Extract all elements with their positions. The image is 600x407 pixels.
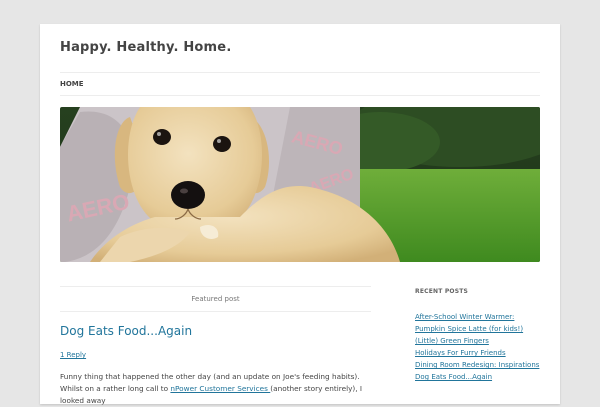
header-image[interactable]: AERO AERO AERO: [60, 107, 540, 262]
recent-posts-list: After-School Winter Warmer: Pumpkin Spic…: [415, 311, 540, 383]
list-item: Dining Room Redesign: Inspirations: [415, 359, 540, 371]
list-item: Holidays For Furry Friends: [415, 347, 540, 359]
recent-posts-title: RECENT POSTS: [415, 288, 469, 295]
recent-post-link[interactable]: (Little) Green Fingers: [415, 337, 489, 345]
recent-post-link[interactable]: Dog Eats Food...Again: [415, 373, 492, 381]
list-item: Dog Eats Food...Again: [415, 371, 540, 383]
puppy-photo: AERO AERO AERO: [60, 107, 540, 262]
entry-excerpt: Funny thing that happened the other day …: [60, 371, 371, 407]
nav-item-home[interactable]: HOME: [60, 80, 84, 88]
recent-post-link[interactable]: After-School Winter Warmer: Pumpkin Spic…: [415, 313, 523, 333]
recent-post-link[interactable]: Dining Room Redesign: Inspirations: [415, 361, 539, 369]
site-title[interactable]: Happy. Healthy. Home.: [60, 40, 231, 55]
npower-link[interactable]: nPower Customer Services: [170, 384, 270, 393]
entry-title-link[interactable]: Dog Eats Food...Again: [60, 324, 371, 338]
list-item: After-School Winter Warmer: Pumpkin Spic…: [415, 311, 540, 335]
page: Happy. Healthy. Home. HOME AERO AERO AER…: [40, 24, 560, 407]
list-item: (Little) Green Fingers: [415, 335, 540, 347]
reply-link[interactable]: 1 Reply: [60, 351, 371, 359]
main-navigation: HOME: [60, 72, 540, 96]
main-content: Featured post Dog Eats Food...Again 1 Re…: [60, 286, 371, 407]
sidebar: RECENT POSTS After-School Winter Warmer:…: [415, 288, 540, 383]
featured-post-label: Featured post: [60, 286, 371, 312]
recent-post-link[interactable]: Holidays For Furry Friends: [415, 349, 506, 357]
